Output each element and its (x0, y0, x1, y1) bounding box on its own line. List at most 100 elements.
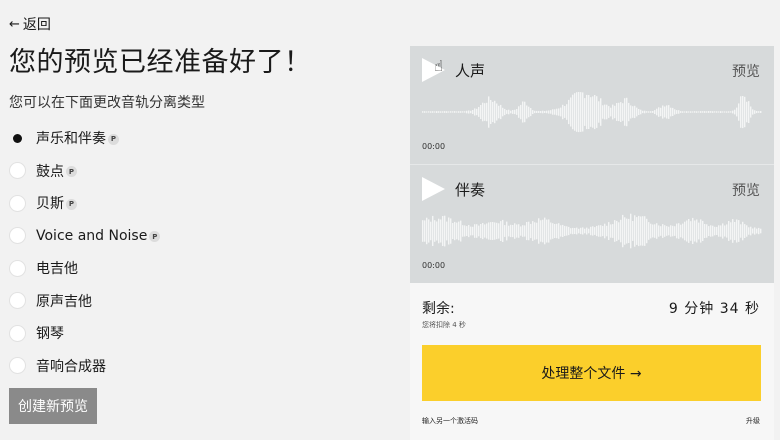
waveform-bar (620, 219, 622, 243)
waveform-bar (602, 225, 604, 237)
waveform-bar (598, 101, 600, 123)
waveform[interactable] (422, 84, 762, 140)
option-voice-noise[interactable]: Voice and Noise P (9, 220, 161, 253)
waveform-bar (748, 227, 750, 235)
separation-type-list: 声乐和伴奏 P 鼓点 P 贝斯 P Voice and Noise P 电吉他 … (9, 122, 161, 383)
waveform-bar (568, 226, 570, 236)
radio-button[interactable] (9, 259, 26, 277)
waveform-bar (450, 111, 452, 113)
track-vocals: ☝ 人声 预览 00:00 (410, 46, 774, 164)
waveform-bar (544, 217, 546, 245)
remaining-value: 9 分钟 34 秒 (668, 301, 760, 317)
process-full-file-button[interactable]: 处理整个文件 → (422, 345, 761, 401)
waveform-bar (520, 104, 522, 120)
radio-button[interactable] (9, 324, 26, 342)
play-icon[interactable] (422, 177, 445, 201)
radio-button[interactable] (9, 162, 26, 180)
option-piano[interactable]: 钢琴 (9, 317, 160, 350)
waveform-bar (478, 225, 480, 237)
waveform-bar (610, 224, 612, 238)
radio-button[interactable] (9, 292, 26, 310)
waveform-bar (542, 110, 544, 114)
waveform-bar (726, 224, 728, 238)
option-electric-guitar[interactable]: 电吉他 (9, 252, 160, 285)
waveform-bar (488, 222, 490, 240)
waveform-bar (722, 223, 724, 239)
waveform-bar (584, 228, 586, 234)
option-synth[interactable]: 音响合成器 (9, 350, 160, 383)
waveform-bar (500, 221, 502, 241)
waveform-bar (686, 220, 688, 242)
waveform-bar (682, 111, 684, 113)
waveform-bar (650, 111, 652, 113)
waveform-bar (428, 219, 430, 243)
waveform-bar (564, 106, 566, 118)
waveform-bar (616, 220, 618, 242)
waveform-bar (738, 220, 740, 242)
waveform-bar (434, 220, 436, 242)
waveform-bar (506, 110, 508, 114)
waveform-bar (718, 111, 720, 113)
waveform-bar (422, 111, 424, 113)
waveform-bar (674, 109, 676, 115)
waveform-bar (640, 109, 642, 115)
radio-button[interactable] (9, 194, 26, 212)
waveform-bar (502, 219, 504, 242)
waveform-bar (512, 110, 514, 114)
waveform-bar (452, 111, 454, 113)
enter-activation-code-link[interactable]: 输入另一个激活码 (422, 416, 478, 426)
radio-button[interactable] (9, 227, 26, 245)
option-acoustic-guitar[interactable]: 原声吉他 (9, 285, 160, 318)
waveform-bar (750, 226, 752, 236)
option-drums[interactable]: 鼓点 P (9, 155, 160, 188)
waveform-bar (620, 102, 622, 122)
waveform-bar (450, 218, 452, 244)
back-link[interactable]: ← 返回 (9, 14, 51, 34)
create-new-preview-button[interactable]: 创建新预览 (9, 388, 97, 424)
remaining-time-section: 剩余: 您将扣除 4 秒 9 分钟 34 秒 (410, 283, 774, 339)
waveform-bar (592, 96, 594, 128)
waveform-bar (448, 111, 450, 113)
option-label: 原声吉他 (36, 293, 92, 310)
waveform-bar (472, 110, 474, 114)
waveform-bar (668, 105, 670, 119)
option-bass[interactable]: 贝斯 P (9, 187, 160, 220)
page-title: 您的预览已经准备好了！ (9, 47, 312, 78)
waveform-bar (680, 224, 682, 238)
waveform-bar (578, 92, 580, 133)
waveform-bar (514, 223, 516, 239)
waveform-bar (658, 225, 660, 237)
waveform-bar (742, 221, 744, 241)
waveform[interactable] (422, 203, 762, 259)
waveform-bar (436, 221, 438, 241)
remaining-deduction-note: 您将扣除 4 秒 (422, 321, 466, 329)
waveform-bar (606, 225, 608, 237)
waveform-bar (518, 224, 520, 238)
waveform-bar (688, 219, 690, 243)
waveform-bar (744, 224, 746, 238)
waveform-bar (724, 225, 726, 237)
option-vocals-accompaniment[interactable]: 声乐和伴奏 P (9, 122, 160, 155)
waveform-bar (560, 107, 562, 117)
waveform-bar (486, 102, 488, 122)
waveform-bar (470, 226, 472, 236)
radio-button[interactable] (9, 130, 26, 147)
waveform-bar (758, 111, 760, 113)
upgrade-link[interactable]: 升级 (746, 416, 760, 426)
waveform-bar (722, 111, 724, 113)
radio-button[interactable] (9, 357, 26, 375)
waveform-bar (586, 227, 588, 235)
waveform-bar (702, 111, 704, 113)
waveform-bar (610, 107, 612, 117)
waveform-bar (474, 108, 476, 116)
waveform-bar (476, 108, 478, 116)
waveform-bar (708, 111, 710, 113)
page-subtitle: 您可以在下面更改音轨分离类型 (9, 95, 205, 111)
waveform-bar (600, 98, 602, 126)
waveform-bar (716, 226, 718, 235)
waveform-bar (526, 105, 528, 119)
option-label: 贝斯 (36, 196, 64, 213)
waveform-bar (568, 99, 570, 125)
waveform-bar (544, 111, 546, 113)
waveform-bar (426, 217, 428, 245)
